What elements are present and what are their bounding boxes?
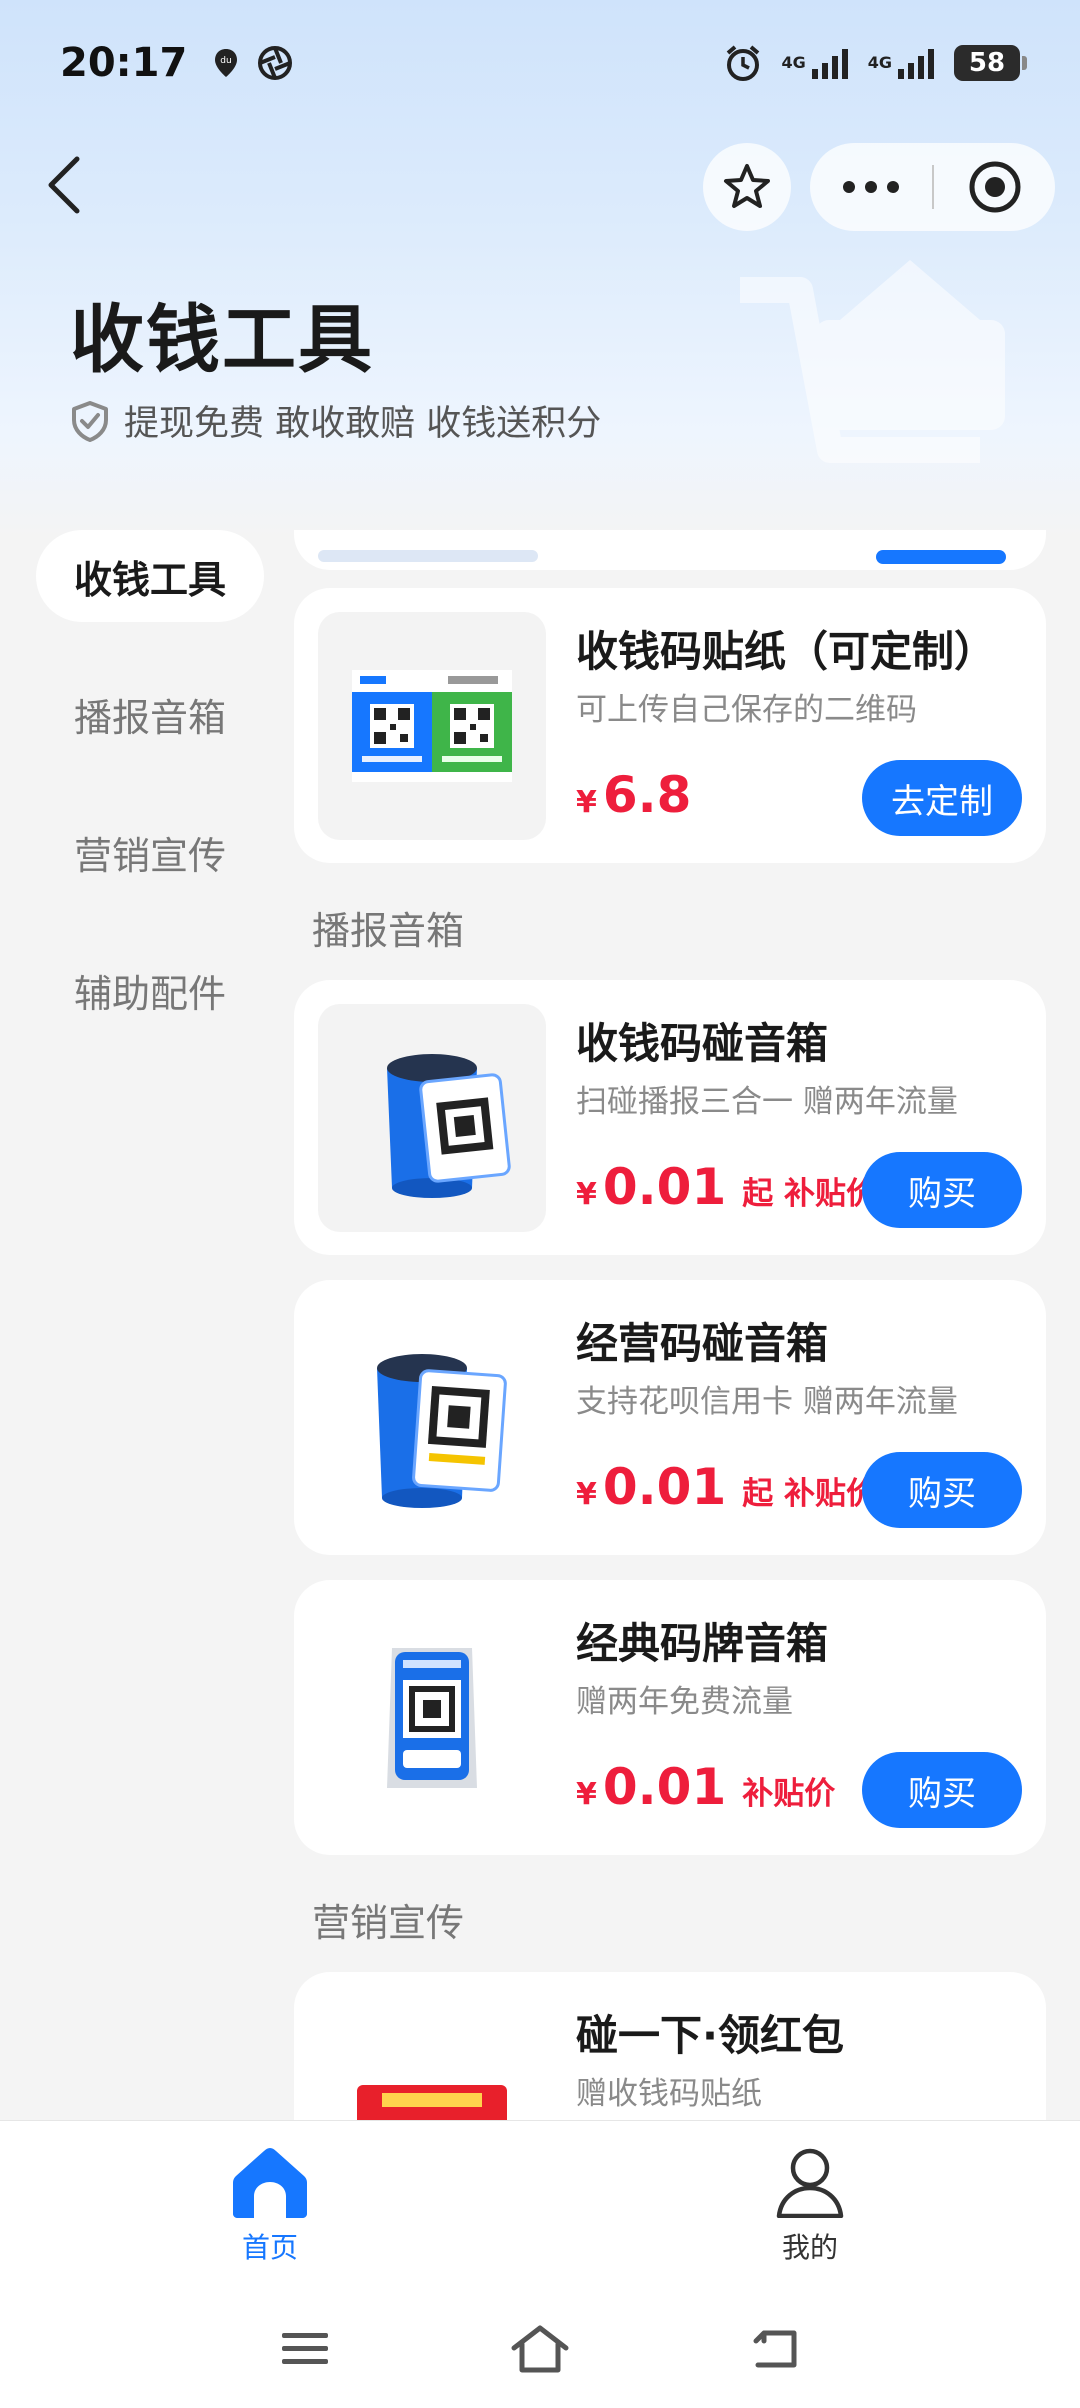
tab-mine[interactable]: 我的 (540, 2121, 1080, 2290)
bottom-tab-bar: 首页 我的 (0, 2120, 1080, 2290)
price-value: 6.8 (602, 766, 692, 824)
price-value: 0.01 (602, 1758, 727, 1816)
price-value: 0.01 (602, 1158, 727, 1216)
product-card-speaker-tap[interactable]: 收钱码碰音箱 扫碰播报三合一 赠两年流量 ¥ 0.01 起 补贴价 购买 (294, 980, 1046, 1255)
product-title: 收钱码碰音箱 (576, 1019, 829, 1068)
chevron-left-icon (48, 156, 80, 214)
product-list: 收钱码贴纸（可定制） 可上传自己保存的二维码 ¥ 6.8 去定制 播报音箱 收钱… (294, 530, 1046, 2120)
price-suffix: 起 补贴价 (742, 1176, 878, 1212)
product-thumbnail (318, 1996, 546, 2120)
product-title: 经营码碰音箱 (576, 1319, 829, 1368)
clipped-button (876, 550, 1006, 564)
back-nav-icon[interactable] (750, 2327, 800, 2371)
category-item-accessories[interactable]: 辅助配件 (36, 944, 264, 1036)
home-nav-icon[interactable] (510, 2324, 570, 2374)
speaker-image (387, 1054, 511, 1198)
price-suffix: 补贴价 (742, 1776, 836, 1812)
user-icon (776, 2148, 844, 2218)
product-card-promo[interactable]: 碰一下·领红包 赠收钱码贴纸 (294, 1972, 1046, 2120)
target-icon (969, 161, 1020, 213)
product-card-sticker[interactable]: 收钱码贴纸（可定制） 可上传自己保存的二维码 ¥ 6.8 去定制 (294, 588, 1046, 863)
product-card-speaker-biz[interactable]: 经营码碰音箱 支持花呗信用卡 赠两年流量 ¥ 0.01 起 补贴价 购买 (294, 1280, 1046, 1555)
product-price: ¥ 0.01 起 补贴价 (576, 1158, 877, 1216)
home-icon (233, 2147, 307, 2218)
section-title-marketing: 营销宣传 (312, 1901, 465, 1945)
tab-mine-label: 我的 (781, 2230, 838, 2264)
tab-home[interactable]: 首页 (0, 2121, 540, 2290)
price-value: 0.01 (602, 1458, 727, 1516)
shield-check-icon (72, 400, 108, 442)
product-price: ¥ 0.01 补贴价 (576, 1758, 835, 1816)
network-type-1: 4G (781, 53, 806, 72)
buy-button[interactable]: 购买 (862, 1452, 1022, 1528)
close-miniprogram-button[interactable] (934, 143, 1055, 231)
page-subtitle: 提现免费 敢收敢赔 收钱送积分 (70, 395, 601, 446)
product-title: 收钱码贴纸（可定制） (576, 627, 997, 676)
signal-bars-icon (898, 48, 934, 79)
product-thumbnail (318, 612, 546, 840)
signal-2: 4G (868, 47, 936, 79)
star-icon (724, 164, 770, 208)
clipped-card (294, 530, 1046, 570)
favorite-button[interactable] (703, 143, 791, 231)
back-button[interactable] (30, 150, 100, 220)
product-thumbnail (318, 1004, 546, 1232)
product-desc: 扫碰播报三合一 赠两年流量 (576, 1084, 958, 1120)
product-title: 经典码牌音箱 (576, 1619, 829, 1668)
buy-button[interactable]: 购买 (862, 1152, 1022, 1228)
product-thumbnail (318, 1304, 546, 1532)
product-desc: 可上传自己保存的二维码 (576, 692, 917, 728)
qr-sticker-image (352, 670, 512, 782)
more-dots-icon (843, 181, 899, 193)
subtitle-text: 提现免费 敢收敢赔 收钱送积分 (124, 404, 602, 444)
battery-indicator: 58 (954, 44, 1027, 81)
clipped-thumbnail (318, 550, 538, 562)
aperture-icon (258, 45, 293, 80)
product-thumbnail (318, 1604, 546, 1832)
price-suffix: 起 补贴价 (742, 1476, 878, 1512)
customize-button[interactable]: 去定制 (862, 760, 1022, 836)
tab-home-label: 首页 (241, 2230, 298, 2264)
more-button[interactable] (810, 143, 932, 231)
category-item-speakers[interactable]: 播报音箱 (36, 668, 264, 760)
product-title: 碰一下·领红包 (576, 2011, 844, 2060)
category-nav: 收钱工具 播报音箱 营销宣传 辅助配件 (0, 530, 290, 1082)
currency-symbol: ¥ (576, 1177, 597, 1212)
code-plate-speaker-image (387, 1648, 477, 1788)
system-navigation-bar (0, 2290, 1080, 2408)
location-icon: du (215, 48, 238, 77)
signal-1: 4G (781, 47, 849, 79)
category-item-collect-tools[interactable]: 收钱工具 (36, 530, 264, 622)
menu-icon[interactable] (280, 2329, 330, 2369)
currency-symbol: ¥ (576, 1477, 597, 1512)
buy-button[interactable]: 购买 (862, 1752, 1022, 1828)
svg-text:du: du (221, 56, 232, 66)
product-price: ¥ 0.01 起 补贴价 (576, 1458, 877, 1516)
mini-program-capsule (810, 143, 1055, 231)
product-price: ¥ 6.8 (576, 766, 691, 824)
category-item-marketing[interactable]: 营销宣传 (36, 806, 264, 898)
shopping-cart-watermark-icon (740, 260, 1005, 463)
status-time: 20:17 (60, 39, 188, 86)
product-card-speaker-classic[interactable]: 经典码牌音箱 赠两年免费流量 ¥ 0.01 补贴价 购买 (294, 1580, 1046, 1855)
product-desc: 赠收钱码贴纸 (576, 2076, 762, 2112)
battery-level: 58 (968, 47, 1006, 78)
red-envelope-sticker-image (357, 2085, 507, 2120)
speaker-image (377, 1354, 507, 1508)
section-title-speakers: 播报音箱 (312, 909, 465, 953)
product-desc: 赠两年免费流量 (576, 1684, 793, 1720)
page-title: 收钱工具 (70, 297, 374, 383)
currency-symbol: ¥ (576, 1777, 597, 1812)
network-type-2: 4G (867, 53, 892, 72)
status-bar: 20:17 du 4G 4G 58 (0, 0, 1080, 125)
currency-symbol: ¥ (576, 785, 597, 820)
signal-bars-icon (811, 48, 848, 79)
product-desc: 支持花呗信用卡 赠两年流量 (576, 1384, 958, 1420)
alarm-icon (727, 44, 760, 81)
